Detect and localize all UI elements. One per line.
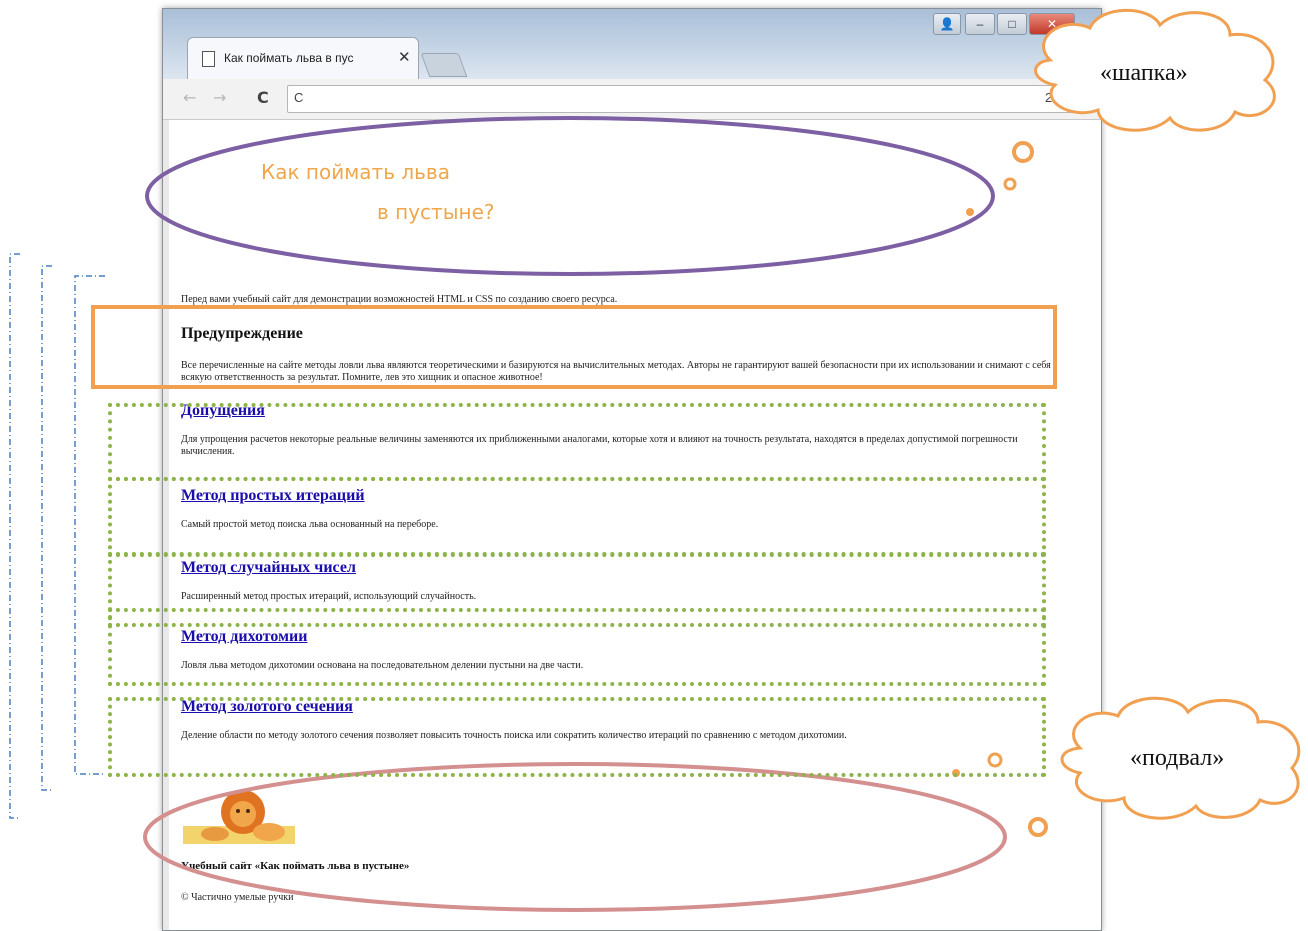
new-tab-button[interactable] [420,53,468,77]
title-bar: Как поймать льва в пус ✕ 👤 – □ ✕ [163,9,1101,80]
footer-label: «подвал» [1130,745,1225,771]
address-text: C [294,90,304,105]
web-page: Как поймать льва в пустыне? Перед вами у… [163,120,1101,930]
section-random-numbers: Метод случайных чисел Расширенный метод … [181,559,1059,603]
document-icon [202,51,215,67]
browser-toolbar: ← → C C 2 🔍 [163,79,1101,120]
section-dichotomy: Метод дихотомии Ловля льва методом дихот… [181,628,1059,672]
lion-image [183,790,295,844]
browser-tab[interactable]: Как поймать льва в пус ✕ [187,37,419,80]
logo-line-1: Как поймать льва [261,160,450,184]
intro-text: Перед вами учебный сайт для демонстрации… [181,294,618,305]
reload-icon[interactable]: C [257,88,269,107]
header-label: «шапка» [1100,60,1188,86]
section-link[interactable]: Метод дихотомии [181,628,1059,646]
minimize-button[interactable]: – [965,13,995,35]
section-link[interactable]: Метод случайных чисел [181,559,1059,577]
nesting-brackets [9,253,105,819]
maximize-button[interactable]: □ [997,13,1027,35]
section-link[interactable]: Допущения [181,402,1059,420]
warning-heading: Предупреждение [181,325,303,342]
warning-text: Все перечисленные на сайте методы ловли … [181,360,1051,383]
section-text: Расширенный метод простых итераций, испо… [181,591,477,602]
section-simple-iterations: Метод простых итераций Самый простой мет… [181,487,1059,531]
site-logo: Как поймать льва в пустыне? [261,160,521,250]
section-link[interactable]: Метод золотого сечения [181,698,1059,716]
footer-site-name: Учебный сайт «Как поймать льва в пустыне… [181,860,410,872]
section-golden-ratio: Метод золотого сечения Деление области п… [181,698,1059,742]
user-icon[interactable]: 👤 [933,13,961,35]
section-text: Деление области по методу золотого сечен… [181,730,847,741]
section-link[interactable]: Метод простых итераций [181,487,1059,505]
back-icon[interactable]: ← [183,88,196,107]
tab-close-icon[interactable]: ✕ [398,48,411,66]
zoom-search-indicator[interactable]: 2 🔍 [1045,90,1072,106]
close-window-button[interactable]: ✕ [1029,13,1075,35]
footer-copyright: © Частично умелые ручки [181,892,294,903]
section-text: Ловля льва методом дихотомии основана на… [181,660,584,671]
address-bar[interactable]: C 2 🔍 [287,85,1079,113]
section-text: Самый простой метод поиска льва основанн… [181,519,439,530]
tab-title: Как поймать льва в пус [224,51,354,65]
section-text: Для упрощения расчетов некоторые реальны… [181,434,1018,457]
logo-line-2: в пустыне? [377,200,495,224]
forward-icon[interactable]: → [213,88,226,107]
section-assumptions: Допущения Для упрощения расчетов некотор… [181,402,1059,458]
browser-window: Как поймать льва в пус ✕ 👤 – □ ✕ ← → C C… [162,8,1102,931]
